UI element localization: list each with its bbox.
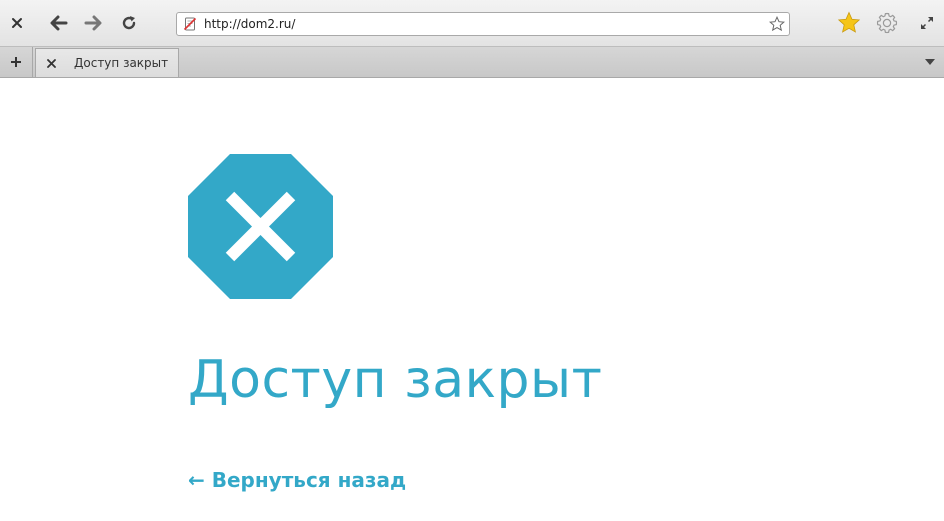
triangle-down-icon	[925, 59, 935, 65]
plus-icon	[11, 57, 21, 67]
favorites-button[interactable]	[836, 10, 862, 36]
new-tab-button[interactable]	[0, 47, 33, 77]
settings-button[interactable]	[874, 10, 900, 36]
tab-strip: Доступ закрыт	[0, 47, 944, 78]
reload-button[interactable]	[116, 10, 142, 36]
star-outline-icon[interactable]	[768, 15, 786, 33]
address-bar[interactable]	[176, 12, 790, 36]
back-button[interactable]	[46, 10, 72, 36]
url-input[interactable]	[204, 14, 768, 34]
close-icon	[46, 58, 56, 68]
tab-title: Доступ закрыт	[74, 56, 169, 70]
close-window-button[interactable]	[4, 10, 30, 36]
browser-window: Доступ закрыт Доступ закрыт ← Вернуться …	[0, 0, 944, 521]
page-title: Доступ закрыт	[188, 350, 603, 410]
tab-list-menu-button[interactable]	[922, 55, 938, 69]
close-icon	[12, 18, 22, 28]
back-link[interactable]: ← Вернуться назад	[188, 467, 406, 493]
page-content: Доступ закрыт ← Вернуться назад	[0, 78, 944, 521]
tab-access-denied[interactable]: Доступ закрыт	[35, 48, 179, 77]
browser-toolbar	[0, 0, 944, 47]
insecure-page-icon	[182, 16, 198, 32]
arrow-left-icon	[50, 15, 68, 31]
fullscreen-button[interactable]	[914, 10, 940, 36]
forward-button[interactable]	[80, 10, 106, 36]
star-filled-icon	[837, 11, 861, 33]
octagon-x-icon	[188, 154, 333, 299]
reload-icon	[122, 16, 136, 30]
tab-close-button[interactable]	[44, 56, 58, 70]
arrow-right-icon	[84, 15, 102, 31]
gear-icon	[876, 12, 898, 34]
expand-icon	[921, 17, 933, 29]
